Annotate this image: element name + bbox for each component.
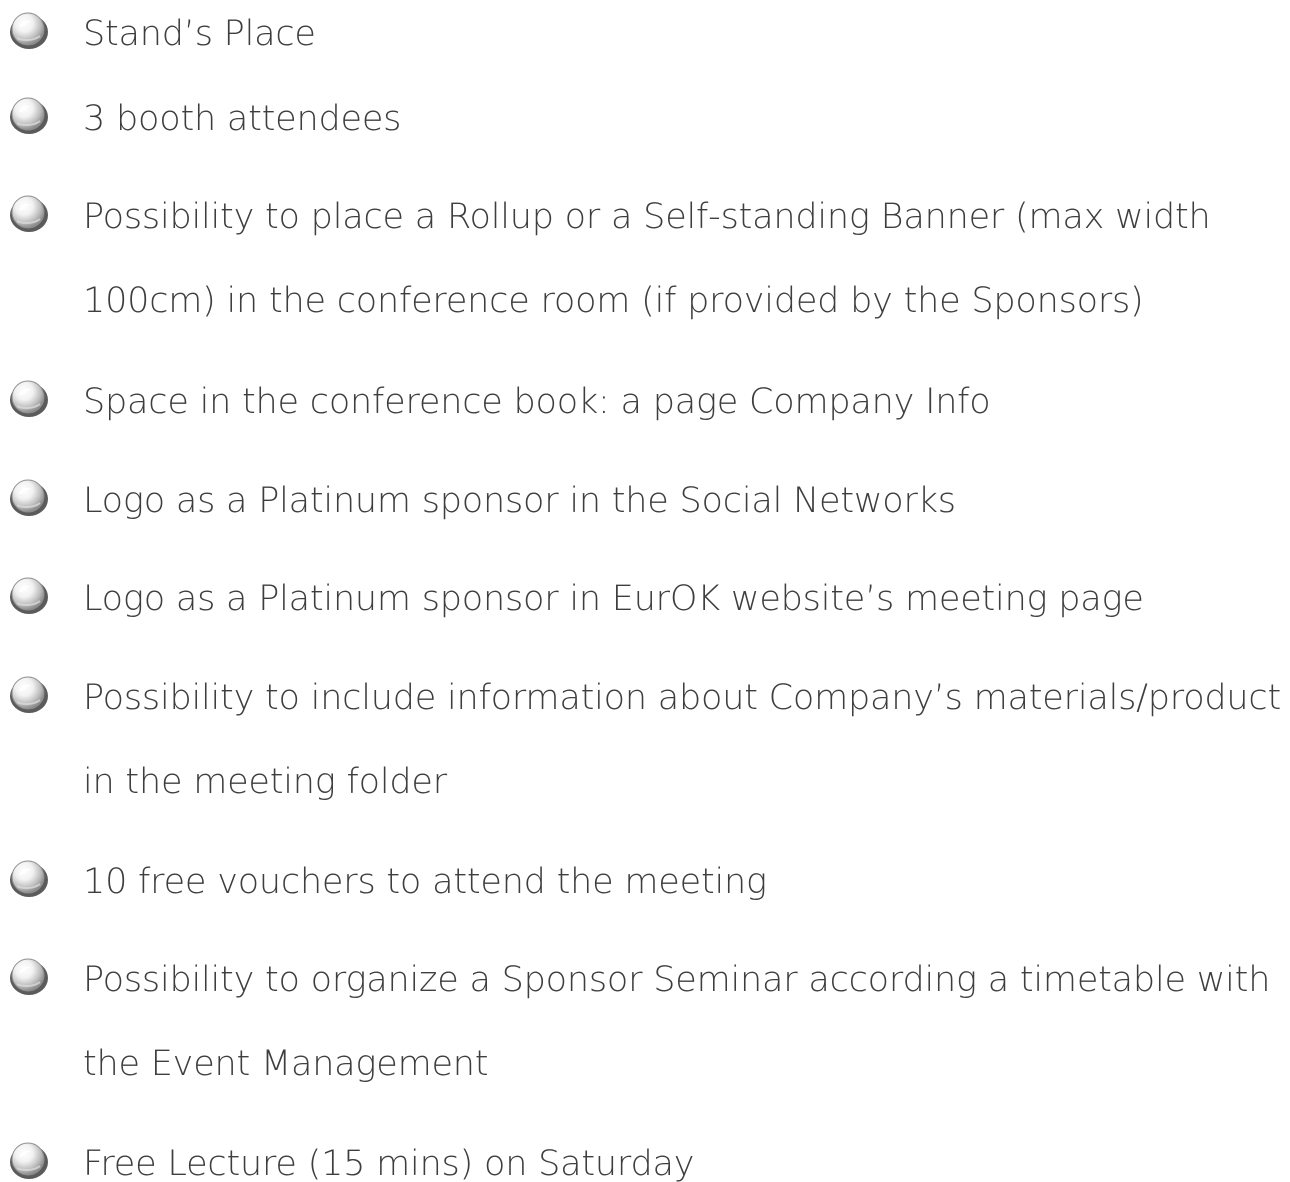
pearl-bullet-icon [10,1142,48,1179]
pearl-bullet-icon [10,958,48,995]
pearl-bullet-icon [10,479,48,516]
list-item-text: Possibility to place a Rollup or a Self-… [83,197,1211,321]
list-item-text: 10 free vouchers to attend the meeting [83,862,767,902]
list-item-text: Logo as a Platinum sponsor in the Social… [83,481,956,521]
pearl-bullet-icon [10,12,48,49]
list-item-text: Free Lecture (15 mins) on Saturday [83,1144,695,1182]
pearl-bullet-icon [10,380,48,417]
list-item-text: Possibility to organize a Sponsor Semina… [83,960,1271,1084]
pearl-bullet-icon [10,860,48,897]
pearl-bullet-icon [10,577,48,614]
list-item-text: Logo as a Platinum sponsor in EurOK webs… [83,579,1144,619]
pearl-bullet-icon [10,195,48,232]
list-item-text: 3 booth attendees [83,99,402,139]
pearl-bullet-icon [10,676,48,713]
pearl-bullet-icon [10,97,48,134]
list-item-text: Space in the conference book: a page Com… [83,382,991,422]
list-item-text: Possibility to include information about… [83,678,1281,802]
list-item-text: Stand’s Place [83,14,316,54]
